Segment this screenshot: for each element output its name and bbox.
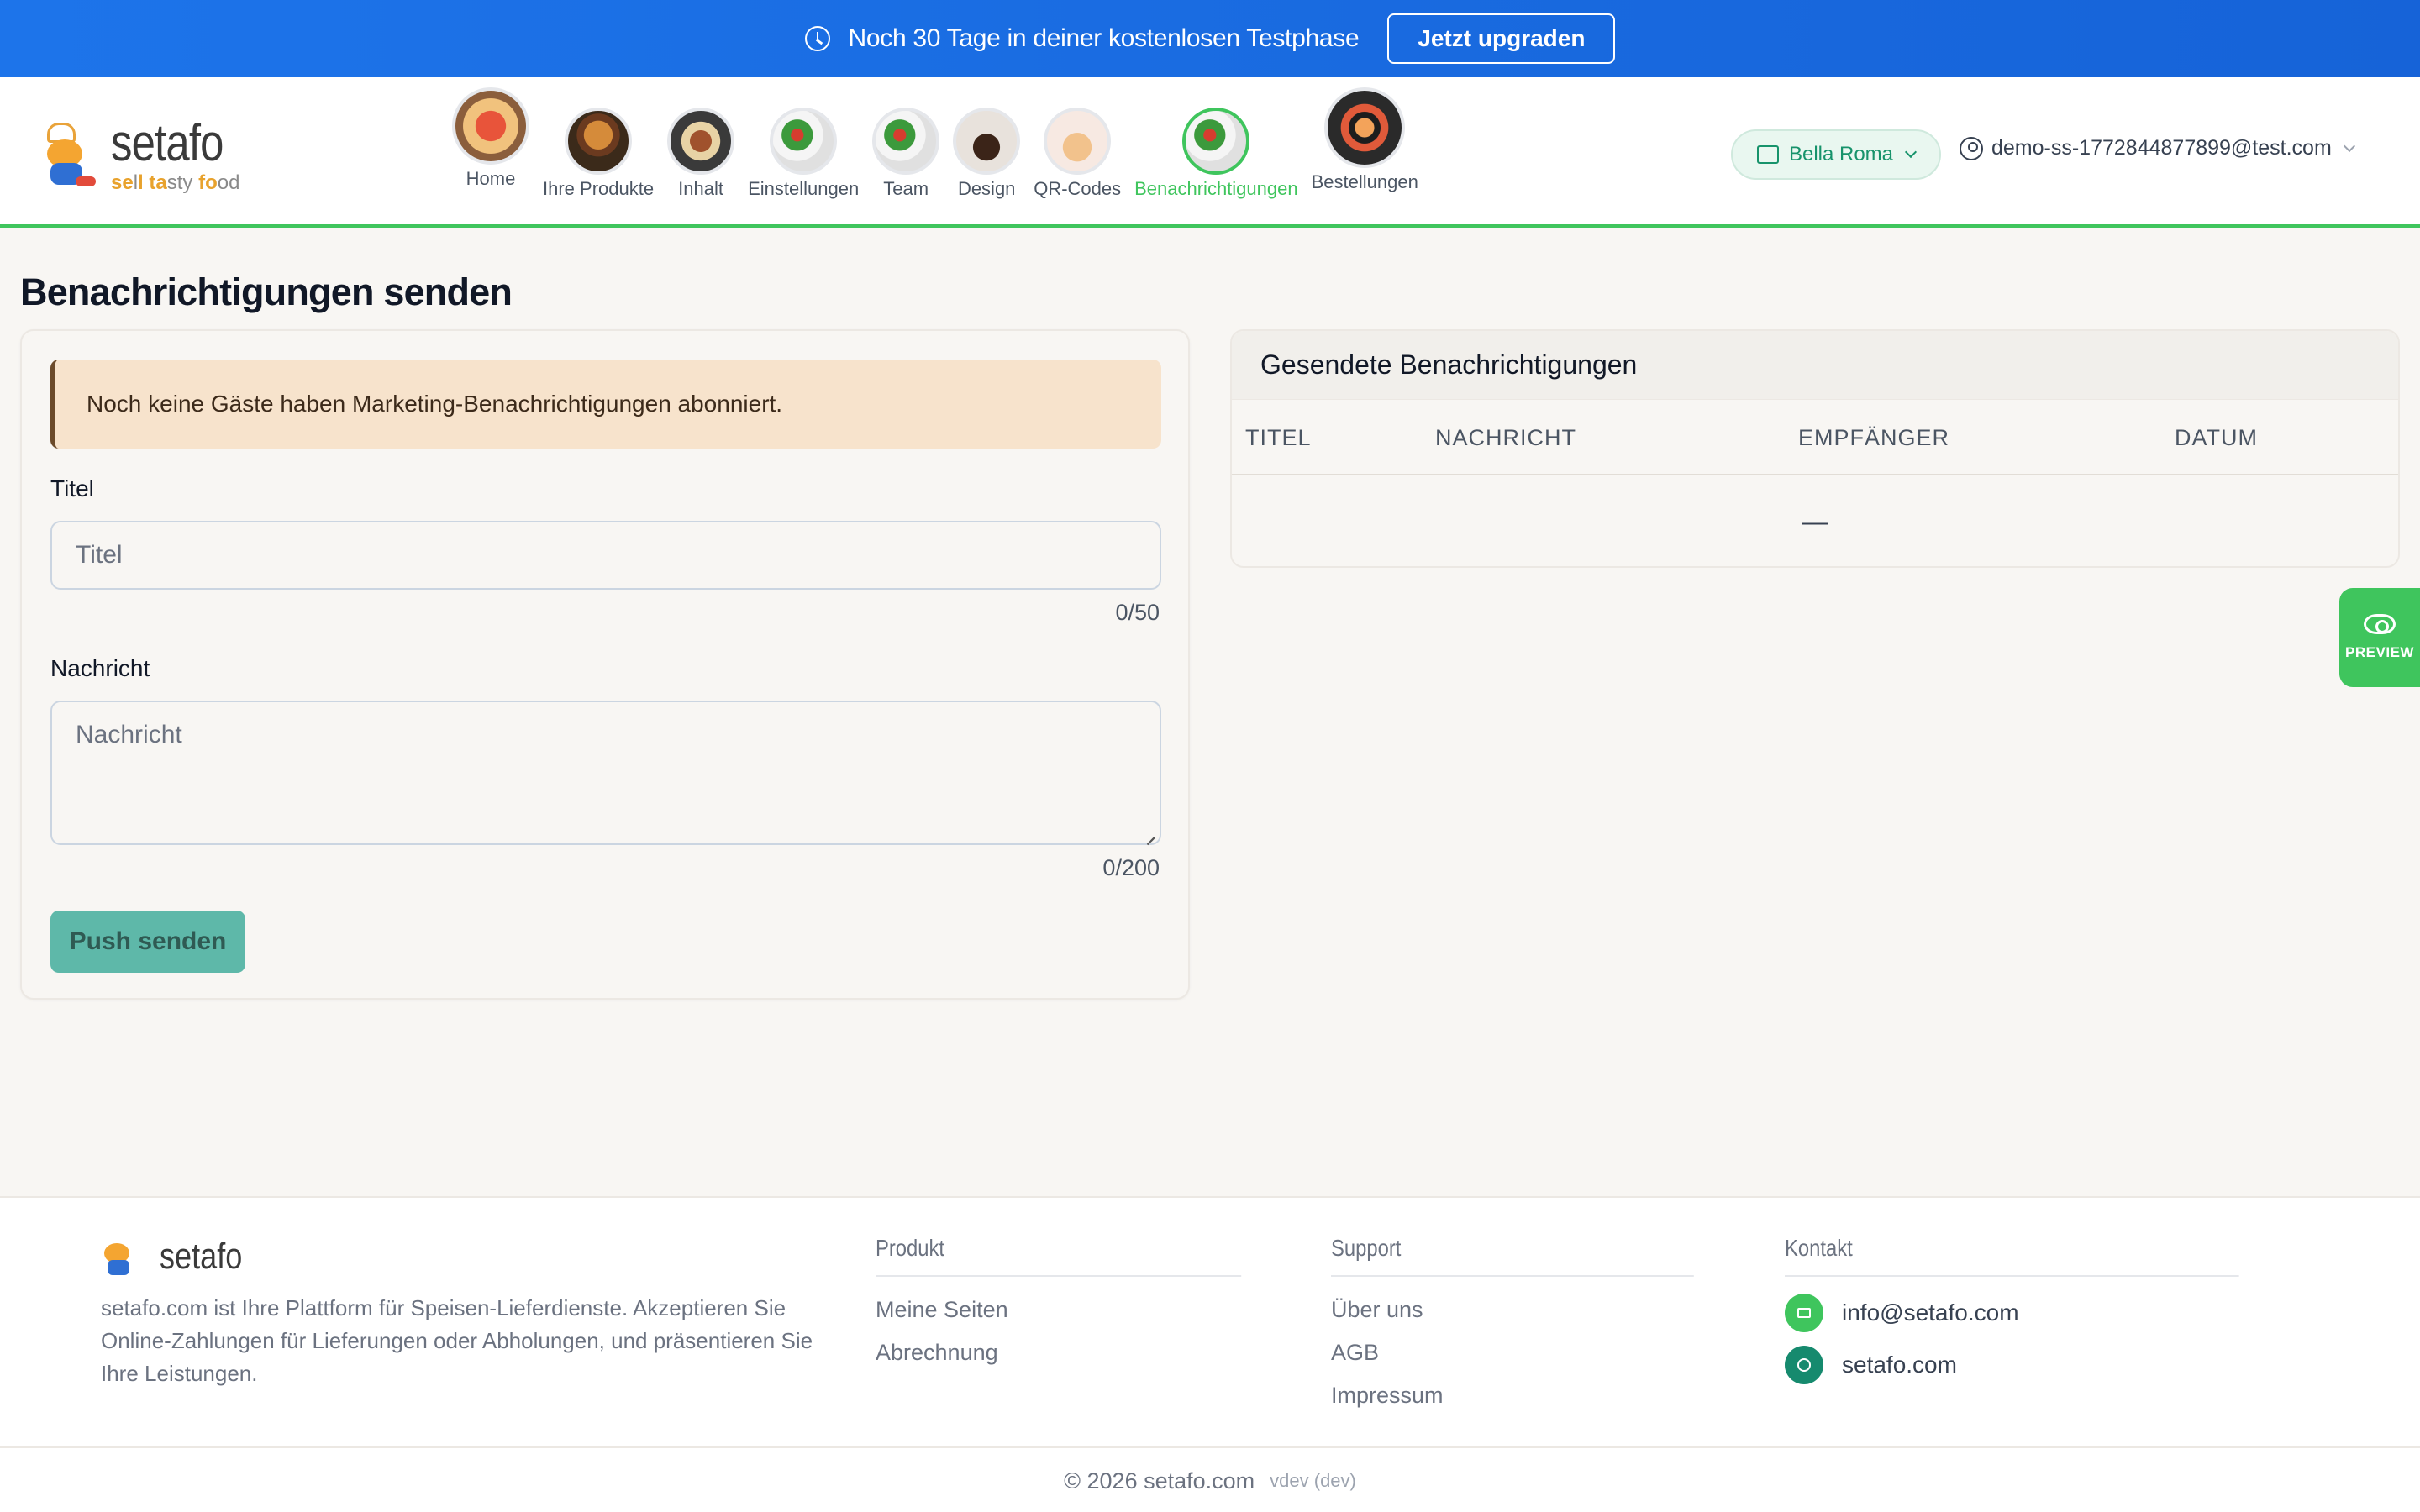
nav-label: Home (466, 168, 516, 189)
preview-button[interactable]: PREVIEW (2339, 588, 2420, 687)
footer-link-agb[interactable]: AGB (1331, 1340, 1758, 1366)
contact-website[interactable]: setafo.com (1785, 1346, 2319, 1384)
page-footer: setafo setafo.com ist Ihre Plattform für… (0, 1196, 2420, 1512)
salad-icon (1182, 108, 1250, 175)
user-email: demo-ss-1772844877899@test.com (1991, 136, 2332, 160)
branch-label: Bella Roma (1788, 143, 1894, 165)
footer-column-support: Support Über uns AGB Impressum (1331, 1235, 1758, 1409)
burger-icon (565, 108, 633, 175)
send-notification-card: Noch keine Gäste haben Marketing-Benachr… (20, 329, 1190, 1000)
nav-label: Bestellungen (1311, 171, 1418, 192)
nav-item-products[interactable]: Ihre Produkte (543, 97, 654, 200)
sent-notifications-heading: Gesendete Benachrichtigungen (1232, 331, 2398, 400)
clock-icon (804, 26, 830, 51)
app-header: setafo sell tasty food Home Ihre Produkt… (0, 77, 2420, 228)
nav-label: Benachrichtigungen (1134, 178, 1298, 199)
salad-icon (770, 108, 838, 175)
footer-heading: Support (1331, 1235, 1694, 1277)
footer-bottom-bar: © 2026 setafo.com vdev (dev) (0, 1446, 2420, 1512)
sent-notifications-card: Gesendete Benachrichtigungen TITEL NACHR… (1230, 329, 2400, 568)
message-placeholder: Nachricht (76, 721, 182, 748)
nav-item-content[interactable]: Inhalt (667, 97, 735, 200)
mail-icon (1785, 1294, 1823, 1332)
footer-link-meine-seiten[interactable]: Meine Seiten (876, 1297, 1306, 1323)
footer-column-produkt: Produkt Meine Seiten Abrechnung (876, 1235, 1306, 1366)
version-label: vdev (dev) (1270, 1470, 1356, 1491)
push-send-button[interactable]: Push senden (50, 911, 245, 973)
column-header-date[interactable]: DATUM (2175, 400, 2258, 475)
main-nav: Home Ihre Produkte Inhalt Einstellungen … (445, 87, 1425, 200)
no-subscribers-alert: Noch keine Gäste haben Marketing-Benachr… (50, 360, 1161, 449)
nav-item-qr-codes[interactable]: QR-Codes (1034, 97, 1121, 200)
brand-logo[interactable]: setafo sell tasty food (39, 118, 248, 195)
column-header-recipients[interactable]: EMPFÄNGER (1798, 400, 1949, 475)
brand-name: setafo (111, 114, 224, 172)
nav-label: Inhalt (678, 178, 723, 199)
contact-email-text: info@setafo.com (1842, 1299, 2019, 1326)
store-icon (1756, 145, 1779, 164)
cake-icon (953, 108, 1021, 175)
contact-email[interactable]: info@setafo.com (1785, 1294, 2319, 1332)
title-label: Titel (50, 475, 94, 501)
nav-label: QR-Codes (1034, 178, 1122, 199)
nav-item-orders[interactable]: Bestellungen (1312, 87, 1418, 193)
footer-link-ueber-uns[interactable]: Über uns (1331, 1297, 1758, 1323)
footer-description: setafo.com ist Ihre Plattform für Speise… (101, 1295, 813, 1386)
title-placeholder: Titel (76, 541, 123, 569)
message-label: Nachricht (50, 655, 150, 681)
preview-label: PREVIEW (2345, 644, 2414, 660)
trial-banner: Noch 30 Tage in deiner kostenlosen Testp… (0, 0, 2420, 77)
footer-heading: Produkt (876, 1235, 1242, 1277)
resize-handle-icon[interactable] (1143, 827, 1156, 840)
nav-item-team[interactable]: Team (872, 97, 940, 200)
footer-brand-name: setafo (160, 1236, 243, 1277)
title-input[interactable]: Titel (50, 521, 1161, 590)
chevron-down-icon (1904, 145, 1918, 159)
globe-icon (1785, 1346, 1823, 1384)
nav-item-notifications[interactable]: Benachrichtigungen (1134, 97, 1298, 200)
pizza-icon (452, 87, 529, 165)
copyright: © 2026 setafo.com (1064, 1467, 1255, 1494)
branch-selector[interactable]: Bella Roma (1731, 129, 1941, 180)
footer-column-kontakt: Kontakt info@setafo.com setafo.com (1785, 1235, 2319, 1384)
contact-website-text: setafo.com (1842, 1352, 1957, 1378)
chef-mascot-icon (39, 123, 97, 190)
upgrade-button[interactable]: Jetzt upgraden (1387, 13, 1616, 64)
column-header-message[interactable]: NACHRICHT (1435, 400, 1576, 475)
footer-heading: Kontakt (1785, 1235, 2239, 1277)
message-counter: 0/200 (1102, 855, 1160, 880)
chef-mascot-icon (101, 1235, 138, 1278)
title-counter: 0/50 (1115, 600, 1160, 625)
message-textarea[interactable]: Nachricht (50, 701, 1161, 845)
footer-link-impressum[interactable]: Impressum (1331, 1383, 1758, 1409)
sushi-icon (1324, 87, 1406, 168)
plate-icon (667, 108, 735, 175)
user-icon (1960, 136, 1983, 160)
salad-icon (872, 108, 940, 175)
page-title: Benachrichtigungen senden (20, 270, 513, 313)
nav-label: Design (957, 178, 1016, 199)
user-menu[interactable]: demo-ss-1772844877899@test.com (1960, 136, 2355, 160)
eye-icon (2364, 614, 2396, 634)
nav-item-settings[interactable]: Einstellungen (748, 97, 859, 200)
footer-link-abrechnung[interactable]: Abrechnung (876, 1340, 1306, 1366)
column-header-title[interactable]: TITEL (1245, 400, 1312, 475)
nav-label: Ihre Produkte (543, 178, 655, 199)
footer-logo[interactable]: setafo (101, 1235, 260, 1278)
nav-item-home[interactable]: Home (452, 87, 529, 190)
nav-item-design[interactable]: Design (953, 97, 1021, 200)
empty-table-row: — (1802, 508, 1828, 536)
trial-banner-text: Noch 30 Tage in deiner kostenlosen Testp… (848, 24, 1360, 52)
chevron-down-icon (2343, 139, 2355, 152)
hand-icon (1044, 108, 1112, 175)
nav-label: Team (883, 178, 929, 199)
brand-tagline: sell tasty food (111, 171, 240, 194)
table-header: TITEL NACHRICHT EMPFÄNGER DATUM (1232, 400, 2398, 475)
nav-label: Einstellungen (748, 178, 860, 199)
